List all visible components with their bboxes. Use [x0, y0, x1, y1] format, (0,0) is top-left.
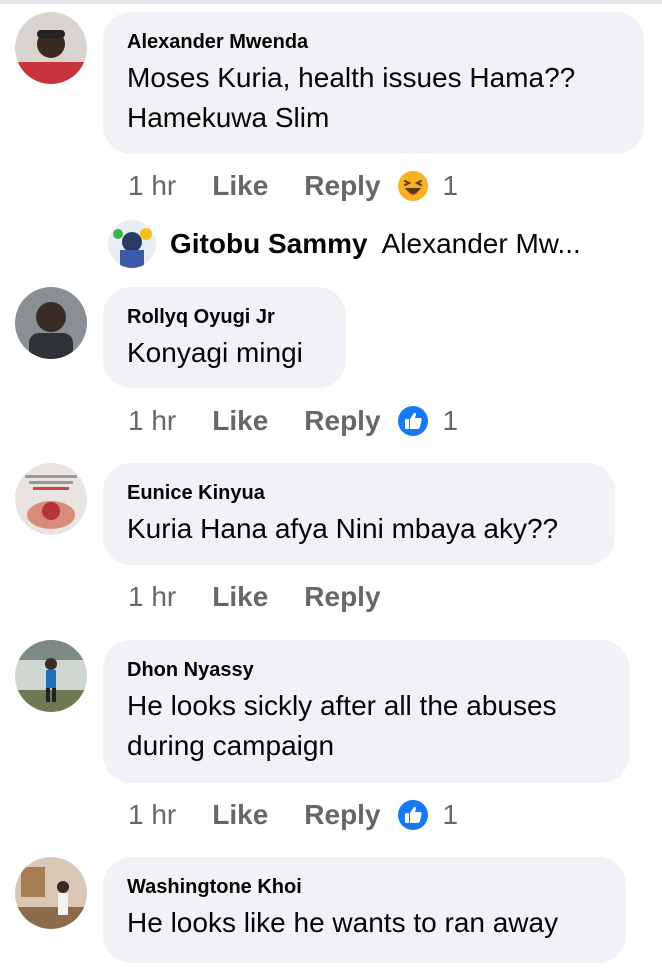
comment-actions: 1 hr Like Reply	[128, 580, 397, 614]
comment-timestamp[interactable]: 1 hr	[128, 405, 176, 437]
haha-emoji-icon[interactable]	[397, 170, 429, 202]
comment-timestamp[interactable]: 1 hr	[128, 581, 176, 613]
like-button[interactable]: Like	[212, 405, 268, 437]
like-button[interactable]: Like	[212, 170, 268, 202]
like-button[interactable]: Like	[212, 799, 268, 831]
comment-author[interactable]: Dhon Nyassy	[127, 658, 605, 682]
like-button[interactable]: Like	[212, 581, 268, 613]
reply-button[interactable]: Reply	[304, 799, 380, 831]
comment-author[interactable]: Washingtone Khoi	[127, 875, 602, 899]
comment-actions: 1 hr Like Reply 1	[128, 169, 458, 203]
comment-bubble: Dhon Nyassy He looks sickly after all th…	[103, 640, 629, 783]
reaction-count[interactable]: 1	[443, 799, 459, 831]
comment-bubble: Alexander Mwenda Moses Kuria, health iss…	[103, 12, 644, 154]
reply-button[interactable]: Reply	[304, 170, 380, 202]
avatar-image	[15, 857, 87, 929]
comment-author[interactable]: Alexander Mwenda	[127, 30, 620, 54]
reaction-count[interactable]: 1	[443, 170, 459, 202]
avatar-image	[15, 463, 87, 535]
comment-actions: 1 hr Like Reply 1	[128, 798, 458, 832]
top-divider	[0, 0, 662, 4]
comment-author[interactable]: Eunice Kinyua	[127, 481, 591, 505]
avatar-image	[15, 287, 87, 359]
avatar-image	[15, 12, 87, 84]
comment-text: Konyagi mingi	[127, 337, 303, 368]
reply-avatar	[108, 220, 156, 268]
avatar-image	[15, 640, 87, 712]
comment-text: He looks sickly after all the abuses dur…	[127, 690, 557, 761]
avatar[interactable]	[15, 640, 87, 712]
reaction-count[interactable]: 1	[443, 405, 459, 437]
like-thumb-icon[interactable]	[397, 799, 429, 831]
comment-author[interactable]: Rollyq Oyugi Jr	[127, 305, 322, 329]
comment-timestamp[interactable]: 1 hr	[128, 170, 176, 202]
comment-timestamp[interactable]: 1 hr	[128, 799, 176, 831]
reply-preview[interactable]: Gitobu Sammy Alexander Mw...	[108, 220, 581, 268]
reply-button[interactable]: Reply	[304, 405, 380, 437]
reply-author[interactable]: Gitobu Sammy	[170, 228, 368, 260]
comment-actions: 1 hr Like Reply 1	[128, 404, 458, 438]
avatar[interactable]	[15, 463, 87, 535]
avatar[interactable]	[15, 12, 87, 84]
avatar[interactable]	[15, 287, 87, 359]
comment-bubble: Rollyq Oyugi Jr Konyagi mingi	[103, 287, 346, 388]
avatar[interactable]	[15, 857, 87, 929]
reply-button[interactable]: Reply	[304, 581, 380, 613]
comment-bubble: Eunice Kinyua Kuria Hana afya Nini mbaya…	[103, 463, 615, 565]
comment-text: He looks like he wants to ran away	[127, 907, 559, 938]
comment-bubble: Washingtone Khoi He looks like he wants …	[103, 857, 626, 963]
comment-text: Kuria Hana afya Nini mbaya aky??	[127, 513, 559, 544]
like-thumb-icon[interactable]	[397, 405, 429, 437]
comment-text: Moses Kuria, health issues Hama?? Hameku…	[127, 62, 576, 133]
reply-text: Alexander Mw...	[381, 228, 581, 259]
